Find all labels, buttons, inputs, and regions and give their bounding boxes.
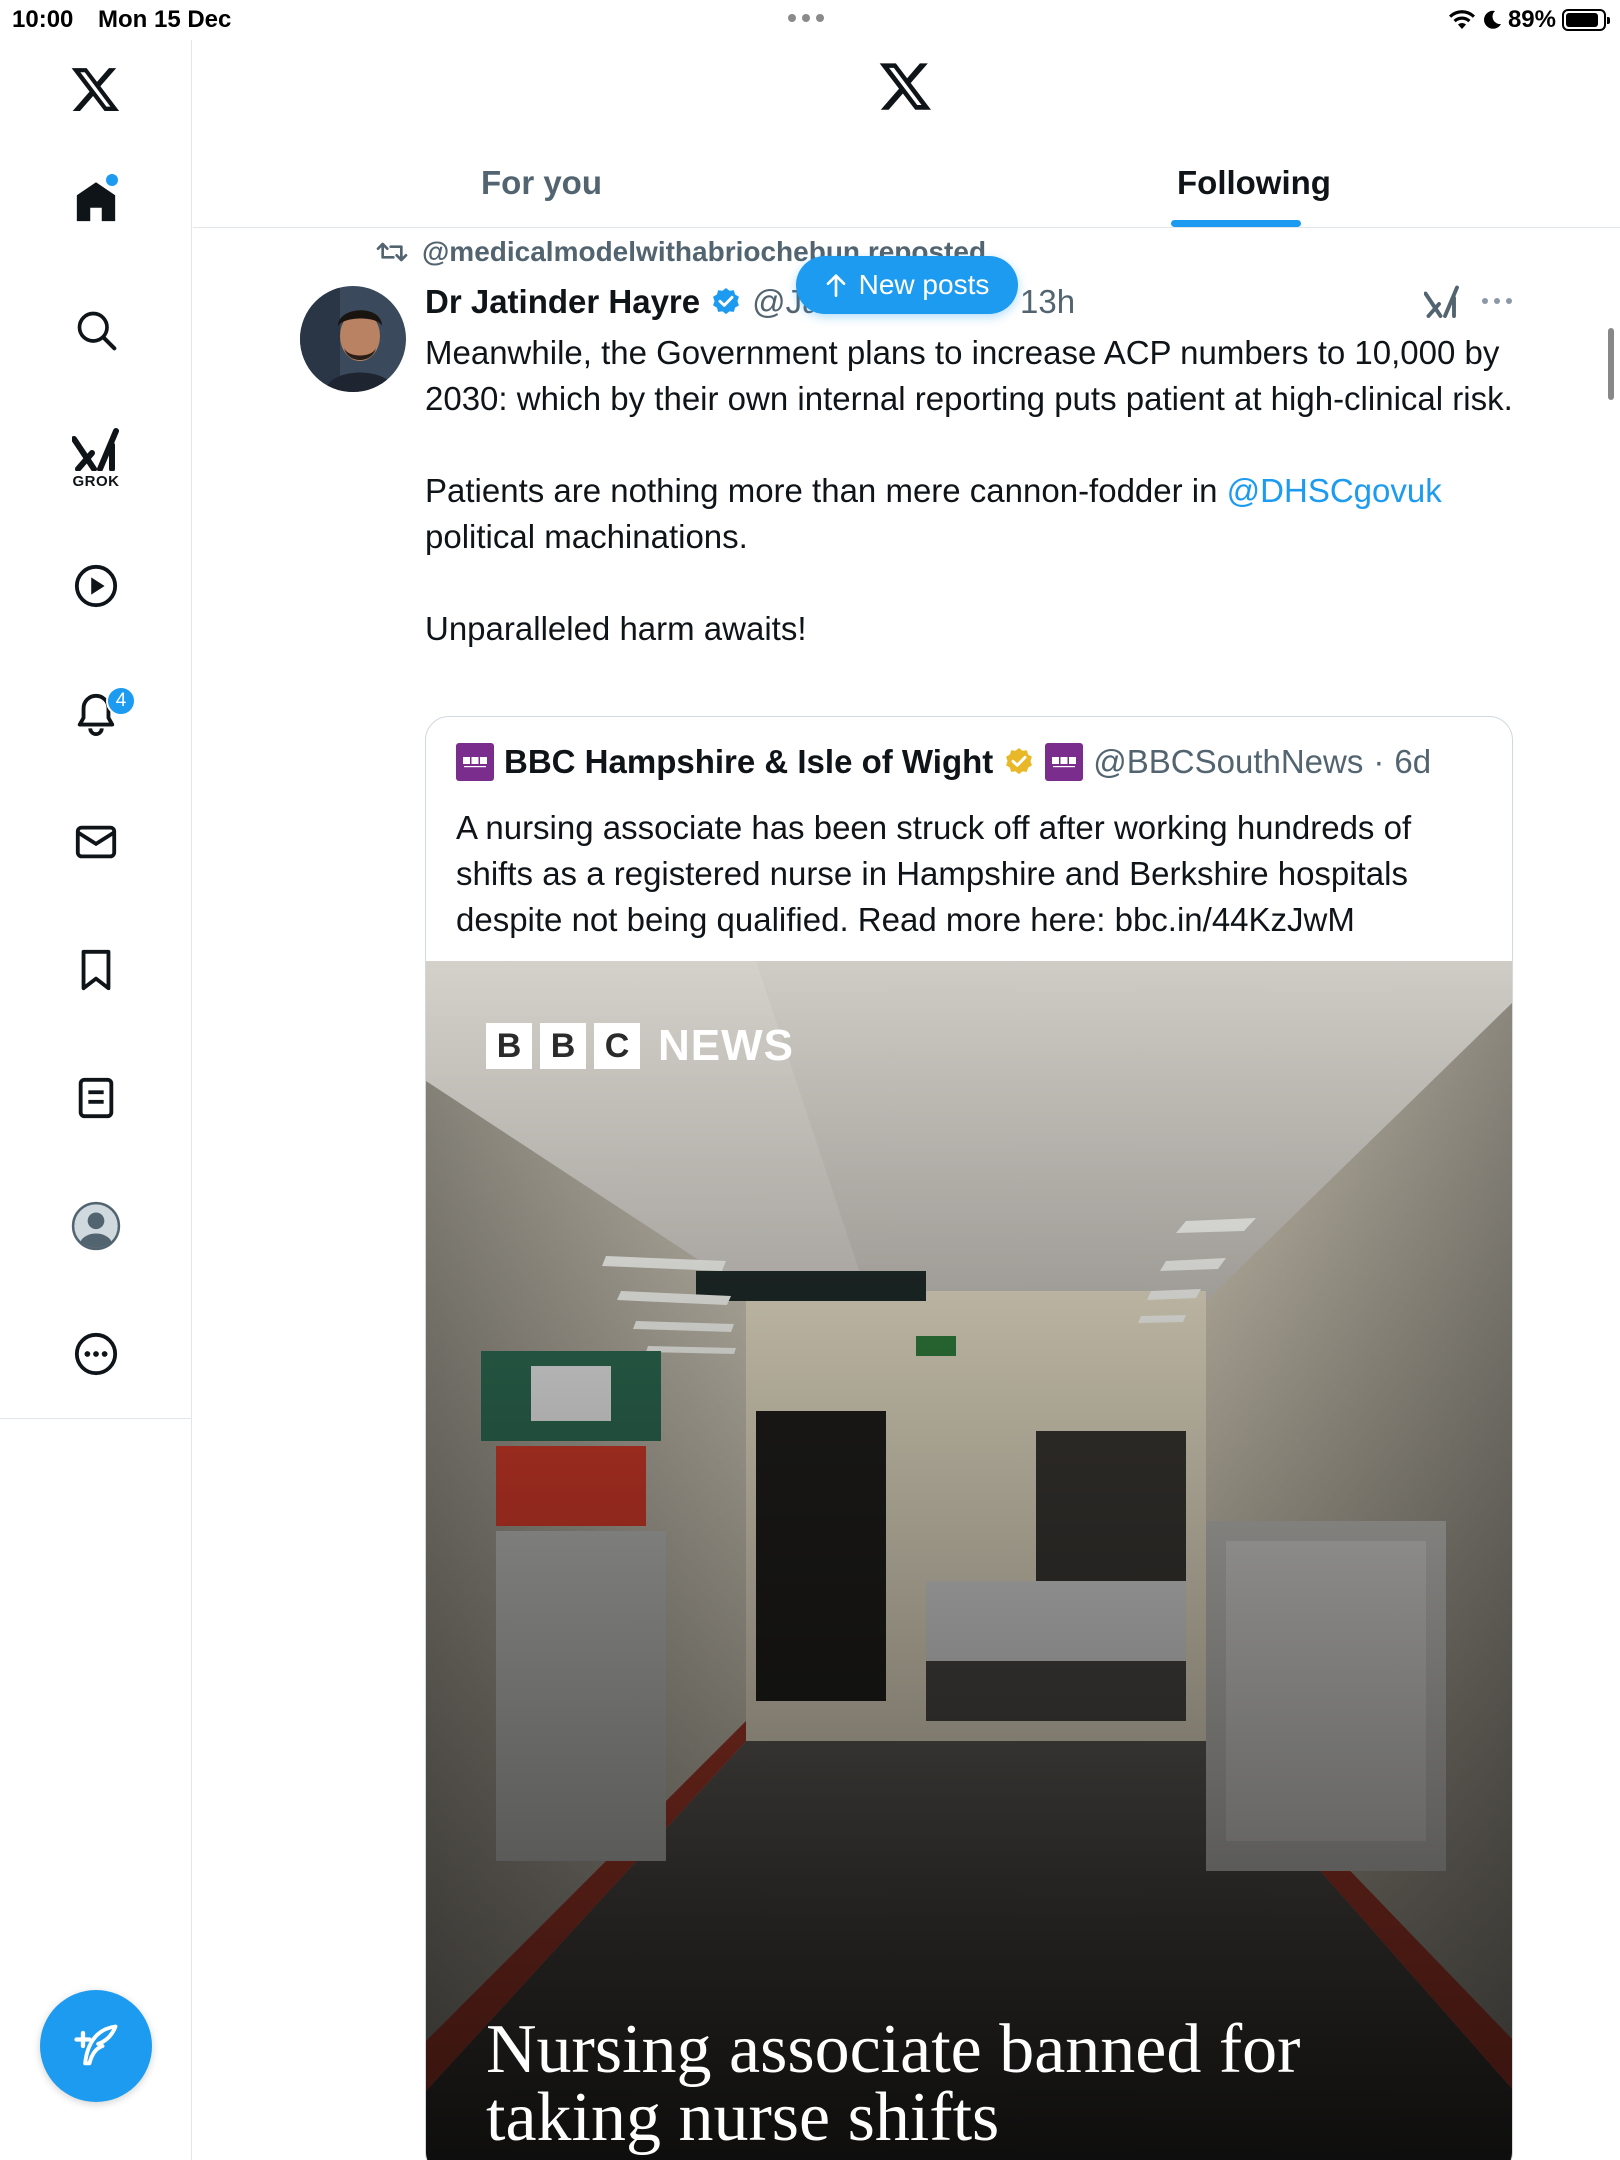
quoted-avatar[interactable] — [456, 743, 494, 781]
quoted-author-handle[interactable]: @BBCSouthNews — [1093, 743, 1363, 781]
bbc-news-logo: B B C NEWS — [486, 1021, 794, 1071]
sidebar-divider — [0, 1418, 192, 1419]
post-text-segment: Patients are nothing more than mere cann… — [425, 472, 1227, 509]
multitasking-dots[interactable] — [788, 14, 824, 22]
compose-feather-icon — [74, 2024, 118, 2066]
sidebar-item-profile[interactable] — [56, 1186, 136, 1266]
status-time: 10:00 — [12, 6, 74, 33]
profile-avatar-icon — [71, 1201, 121, 1251]
bbc-mini-logo-icon — [1052, 757, 1077, 768]
x-logo-icon — [879, 63, 931, 110]
mention-link[interactable]: @DHSCgovuk — [1227, 472, 1442, 509]
post-time[interactable]: 13h — [1020, 282, 1075, 322]
timeline-header: For you Following — [193, 40, 1620, 228]
sidebar-item-video[interactable] — [56, 546, 136, 626]
search-icon — [77, 311, 117, 351]
hospital-corridor-image — [426, 961, 1512, 2160]
verified-badge-icon — [713, 288, 740, 315]
post-body: Meanwhile, the Government plans to incre… — [425, 330, 1525, 652]
post-paragraph: Patients are nothing more than mere cann… — [425, 468, 1525, 560]
sidebar-item-grok[interactable]: GROK — [56, 418, 136, 498]
quoted-post-header: BBC Hampshire & Isle of Wight @BBCSouthN… — [456, 743, 1431, 781]
post-spacer — [425, 422, 1525, 468]
bbc-logo-word: NEWS — [658, 1021, 794, 1070]
home-unread-dot — [106, 174, 118, 186]
author-avatar-image — [300, 286, 406, 392]
arrow-up-icon — [826, 274, 845, 297]
x-logo-button[interactable] — [56, 50, 136, 130]
repost-icon — [376, 242, 408, 262]
sidebar-item-bookmarks[interactable] — [56, 930, 136, 1010]
quoted-post[interactable]: BBC Hampshire & Isle of Wight @BBCSouthN… — [425, 716, 1513, 2160]
quoted-separator: · — [1373, 743, 1385, 780]
status-date: Mon 15 Dec — [98, 6, 232, 33]
tab-for-you[interactable]: For you — [481, 164, 602, 202]
post-author-row: Dr Jatinder Hayre @Ja — [425, 282, 820, 322]
status-bar: 10:00 Mon 15 Dec 89% — [0, 0, 1620, 40]
grok-icon — [72, 427, 119, 471]
more-horizontal-icon[interactable] — [1480, 296, 1514, 306]
mail-icon — [75, 825, 117, 859]
sidebar-item-home[interactable] — [56, 162, 136, 242]
post-text-segment: political machinations. — [425, 518, 748, 555]
sidebar-item-lists[interactable] — [56, 1058, 136, 1138]
wifi-icon — [1448, 10, 1475, 29]
post-actions — [1424, 284, 1514, 318]
quoted-post-text: A nursing associate has been struck off … — [456, 809, 1412, 938]
header-x-logo[interactable] — [879, 62, 933, 117]
compose-post-button[interactable] — [40, 1990, 152, 2102]
notifications-badge: 4 — [106, 686, 136, 716]
quoted-media[interactable]: B B C NEWS Nursing associate banned for … — [426, 961, 1512, 2160]
list-icon — [78, 1077, 114, 1119]
quoted-time[interactable]: 6d — [1394, 743, 1431, 781]
bookmark-icon — [81, 949, 111, 991]
battery-fill — [1566, 13, 1599, 27]
sidebar: GROK 4 — [0, 40, 192, 1420]
grok-icon[interactable] — [1424, 284, 1460, 318]
bbc-logo-letter: B — [540, 1023, 586, 1069]
battery-icon — [1562, 9, 1610, 31]
scrollbar[interactable] — [1608, 328, 1614, 400]
sidebar-item-notifications[interactable]: 4 — [56, 674, 136, 754]
sidebar-item-explore[interactable] — [56, 290, 136, 370]
new-posts-button[interactable]: New posts — [796, 256, 1018, 314]
x-logo-icon — [71, 68, 120, 112]
post-paragraph: Meanwhile, the Government plans to incre… — [425, 334, 1513, 417]
new-posts-label: New posts — [858, 269, 990, 300]
active-tab-indicator — [1171, 220, 1301, 227]
status-right: 89% — [1448, 6, 1610, 34]
post-spacer — [425, 560, 1525, 606]
sidebar-item-more[interactable] — [56, 1314, 136, 1394]
sidebar-item-messages[interactable] — [56, 802, 136, 882]
author-avatar[interactable] — [300, 286, 406, 392]
tab-following[interactable]: Following — [1177, 164, 1331, 202]
author-name[interactable]: Dr Jatinder Hayre — [425, 283, 700, 321]
bbc-mini-logo-icon — [463, 757, 487, 768]
bbc-logo-letter: B — [486, 1023, 532, 1069]
verified-gold-badge-icon — [1006, 748, 1033, 775]
more-circle-icon — [74, 1332, 118, 1376]
bbc-logo-letter: C — [594, 1023, 640, 1069]
battery-percent: 89% — [1507, 6, 1556, 33]
post-paragraph: Unparalleled harm awaits! — [425, 610, 807, 647]
play-icon — [74, 564, 118, 608]
moon-icon — [1484, 10, 1501, 29]
affiliate-badge — [1045, 743, 1084, 781]
grok-label: GROK — [72, 472, 120, 490]
image-headline: Nursing associate banned for taking nurs… — [486, 2011, 1301, 2156]
quoted-author-name[interactable]: BBC Hampshire & Isle of Wight — [504, 743, 993, 781]
